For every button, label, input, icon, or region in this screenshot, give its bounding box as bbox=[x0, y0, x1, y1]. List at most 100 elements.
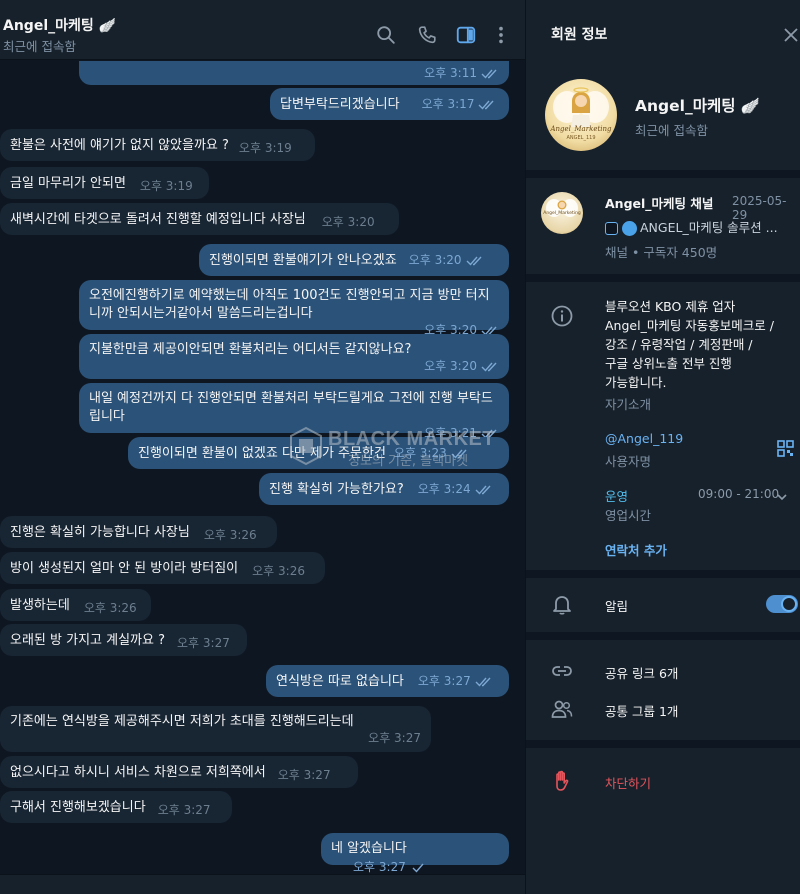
message-time: 오후 3:26 bbox=[83, 601, 137, 615]
message-bubble-incoming[interactable]: 진행은 확실히 가능합니다 사장님 오후 3:26 bbox=[0, 516, 277, 548]
double-check-icon bbox=[466, 255, 484, 266]
message-time: 오후 3:27 bbox=[353, 860, 406, 874]
channel-avatar-text: Angel_Marketing bbox=[543, 211, 581, 216]
message-text: 네 알겠습니다 bbox=[331, 841, 407, 856]
message-text: 새벽시간에 타겟으로 돌려서 진행할 예정입니다 사장님 bbox=[10, 212, 306, 227]
business-hours-status[interactable]: 운영 bbox=[605, 486, 628, 505]
link-icon bbox=[550, 659, 574, 683]
message-bubble-incoming[interactable]: 발생하는데 오후 3:26 bbox=[0, 589, 151, 621]
more-vertical-icon[interactable] bbox=[490, 24, 512, 46]
message-bubble-incoming[interactable]: 방이 생성된지 얼마 안 된 방이라 방터짐이 오후 3:26 bbox=[0, 552, 325, 584]
message-bubble-outgoing[interactable]: 진행이되면 환불이 없겠죠 다만 제가 주문한건 오후 3:23 bbox=[128, 437, 509, 469]
bell-icon bbox=[550, 592, 574, 616]
message-time: 오후 3:27 bbox=[177, 636, 230, 650]
message-text: 연식방은 따로 없습니다 bbox=[276, 674, 404, 689]
double-check-icon bbox=[451, 448, 469, 459]
chat-status: 최근에 접속함 bbox=[3, 39, 76, 54]
message-bubble-incoming[interactable]: 오래된 방 가지고 계실까요 ? 오후 3:27 bbox=[0, 624, 247, 656]
avatar-subtext: ANGEL_119 bbox=[566, 135, 596, 141]
message-text: 진행은 확실히 가능합니다 사장님 bbox=[10, 525, 190, 540]
channel-name[interactable]: Angel_마케팅 채널 bbox=[605, 193, 713, 212]
message-time: 오후 3:19 bbox=[238, 141, 292, 155]
message-bubble-incoming[interactable]: 구해서 진행해보겠습니다 오후 3:27 bbox=[0, 791, 232, 823]
message-bubble-outgoing[interactable]: 연식방은 따로 없습니다 오후 3:27 bbox=[266, 665, 509, 697]
username-label: 사용자명 bbox=[605, 454, 652, 469]
hand-stop-icon bbox=[550, 769, 574, 793]
message-bubble-incoming[interactable]: 환불은 사전에 얘기가 없지 않았을까요 ? 오후 3:19 bbox=[0, 129, 315, 161]
message-bubble-incoming[interactable]: 새벽시간에 타겟으로 돌려서 진행할 예정입니다 사장님 오후 3:20 bbox=[0, 203, 399, 235]
bio-text: 블루오션 KBO 제휴 업자 Angel_마케팅 자동홍보메크로 / 강조 / … bbox=[605, 299, 774, 390]
message-bubble-outgoing[interactable]: 진행이되면 환불얘기가 안나오겠죠 오후 3:20 bbox=[199, 244, 509, 276]
message-bubble-outgoing[interactable]: 내일 예정건까지 다 진행안되면 환불처리 부탁드릴게요 그전에 진행 부탁드립… bbox=[79, 383, 509, 440]
avatar-text: Angel_Marketing bbox=[550, 125, 612, 133]
message-list[interactable]: 오후 3:11 답변부탁드리겠습니다 오후 3:17 환불은 사전에 얘기가 없지… bbox=[0, 61, 525, 874]
username-link[interactable]: @Angel_119 bbox=[605, 431, 683, 446]
channel-preview: ANGEL_마케팅 솔루션 ... bbox=[605, 217, 778, 236]
section-divider bbox=[526, 570, 800, 578]
info-icon bbox=[550, 304, 574, 328]
section-divider bbox=[526, 170, 800, 178]
profile-name: Angel_마케팅 🪽 bbox=[635, 97, 761, 115]
bio-label: 자기소개 bbox=[605, 397, 652, 412]
chat-header: Angel_마케팅 🪽 최근에 접속함 bbox=[0, 0, 525, 60]
section-divider bbox=[526, 274, 800, 282]
message-text: 기존에는 연식방을 제공해주시면 저희가 초대를 진행해드리는데 bbox=[10, 714, 354, 729]
section-divider bbox=[526, 632, 800, 640]
message-bubble-outgoing[interactable]: 답변부탁드리겠습니다 오후 3:17 bbox=[270, 88, 509, 120]
qr-code-icon[interactable] bbox=[777, 440, 794, 457]
profile-status: 최근에 접속함 bbox=[635, 123, 708, 138]
message-time: 오후 3:26 bbox=[252, 564, 305, 578]
double-check-icon bbox=[475, 676, 493, 687]
channel-subscribers: 채널 • 구독자 450명 bbox=[605, 245, 718, 260]
message-text: 답변부탁드리겠습니다 bbox=[280, 97, 400, 112]
message-bubble-outgoing[interactable]: 진행 확실히 가능한가요? 오후 3:24 bbox=[259, 473, 509, 505]
message-composer[interactable] bbox=[0, 874, 525, 894]
add-contact-button[interactable]: 연락처 추가 bbox=[605, 540, 667, 559]
search-icon[interactable] bbox=[375, 24, 397, 46]
business-hours-value[interactable]: 09:00 - 21:00 bbox=[698, 487, 779, 501]
avatar[interactable]: Angel_Marketing ANGEL_119 bbox=[545, 79, 617, 151]
block-user-button[interactable]: 차단하기 bbox=[605, 773, 651, 792]
message-text: 금일 마무리가 안되면 bbox=[10, 176, 126, 191]
sidebar-toggle-icon[interactable] bbox=[455, 24, 477, 46]
shared-links-item[interactable]: 공유 링크 6개 bbox=[605, 663, 678, 682]
message-text: 구해서 진행해보겠습니다 bbox=[10, 800, 146, 815]
business-hours-label: 영업시간 bbox=[605, 508, 652, 523]
double-check-icon bbox=[478, 99, 496, 110]
message-time: 오후 3:20 bbox=[408, 253, 462, 267]
message-text: 없으시다고 하시니 서비스 차원으로 저희쪽에서 bbox=[10, 765, 266, 780]
chat-title[interactable]: Angel_마케팅 🪽 bbox=[3, 15, 116, 35]
message-text: 진행이되면 환불이 없겠죠 다만 제가 주문한건 bbox=[138, 446, 386, 461]
message-time: 오후 3:24 bbox=[417, 482, 471, 496]
panel-title: 회원 정보 bbox=[551, 27, 608, 43]
message-bubble-outgoing[interactable]: 네 알겠습니다오후 3:27 bbox=[321, 833, 509, 874]
common-groups-item[interactable]: 공통 그룹 1개 bbox=[605, 701, 678, 720]
message-time: 오후 3:23 bbox=[393, 446, 447, 460]
section-divider bbox=[526, 740, 800, 748]
chevron-down-icon[interactable] bbox=[776, 488, 788, 501]
notifications-toggle[interactable] bbox=[766, 595, 798, 613]
message-time: 오후 3:11 bbox=[424, 66, 477, 80]
message-bubble-outgoing[interactable]: 오전에진행하기로 예약했는데 아직도 100건도 진행안되고 지금 방만 터지니… bbox=[79, 280, 509, 337]
message-bubble-incoming[interactable]: 기존에는 연식방을 제공해주시면 저희가 초대를 진행해드리는데 오후 3:27 bbox=[0, 706, 431, 752]
message-text: 내일 예정건까지 다 진행안되면 환불처리 부탁드릴게요 그전에 진행 부탁드립… bbox=[89, 391, 493, 424]
message-time: 오후 3:20 bbox=[424, 359, 477, 373]
message-text: 방이 생성된지 얼마 안 된 방이라 방터짐이 bbox=[10, 561, 239, 576]
double-check-icon bbox=[481, 68, 499, 79]
channel-avatar[interactable]: Angel_Marketing bbox=[541, 192, 583, 234]
message-time: 오후 3:27 bbox=[368, 731, 421, 745]
notifications-label: 알림 bbox=[605, 599, 629, 614]
close-icon[interactable] bbox=[781, 25, 800, 45]
phone-icon[interactable] bbox=[416, 24, 438, 46]
message-bubble-incoming[interactable]: 없으시다고 하시니 서비스 차원으로 저희쪽에서 오후 3:27 bbox=[0, 756, 358, 788]
message-time: 오후 3:27 bbox=[277, 768, 331, 782]
message-bubble-outgoing[interactable]: 지불한만큼 제공이안되면 환불처리는 어디서든 같지않나요? 오후 3:20 bbox=[79, 334, 509, 379]
message-bubble-outgoing[interactable]: 오후 3:11 bbox=[79, 61, 509, 85]
message-bubble-incoming[interactable]: 금일 마무리가 안되면 오후 3:19 bbox=[0, 167, 209, 199]
profile-panel: 회원 정보 Angel_Marketing ANGEL_119 Angel_마케… bbox=[525, 0, 800, 894]
message-text: 지불한만큼 제공이안되면 환불처리는 어디서든 같지않나요? bbox=[89, 342, 412, 357]
users-icon bbox=[550, 697, 574, 721]
media-icon bbox=[605, 222, 618, 235]
message-text: 진행이되면 환불얘기가 안나오겠죠 bbox=[209, 253, 397, 268]
chat-panel: Angel_마케팅 🪽 최근에 접속함 오후 3:11 답변부탁드리겠습니다 오후… bbox=[0, 0, 525, 894]
